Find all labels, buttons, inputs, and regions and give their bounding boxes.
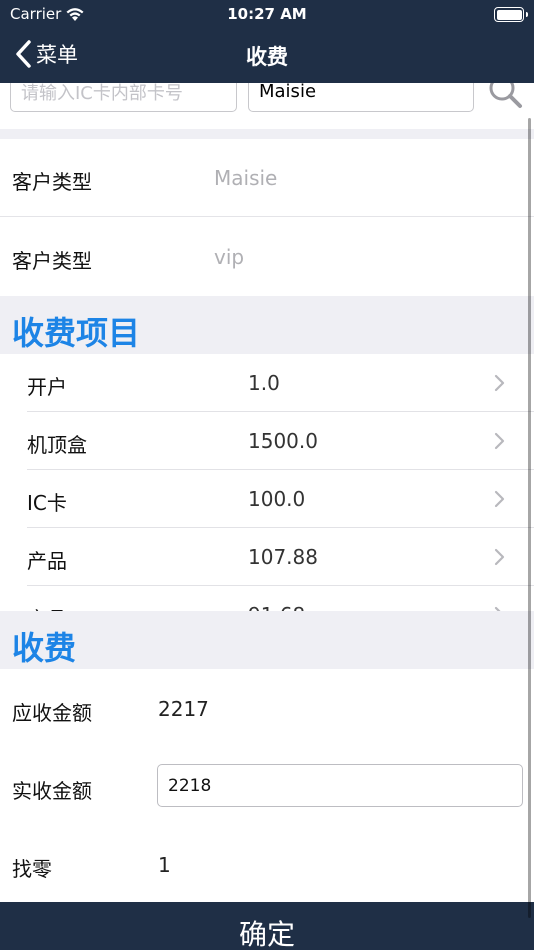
charge-item-row[interactable]: 开户 1.0: [0, 354, 534, 412]
chevron-right-icon: [494, 490, 505, 508]
item-name: 开户: [27, 375, 67, 399]
item-amount: 107.88: [248, 545, 318, 569]
change-label: 找零: [12, 857, 52, 881]
item-name: 产品: [27, 549, 67, 573]
customer-type-value: Maisie: [214, 166, 278, 190]
amount-due-row: 应收金额 2217: [0, 669, 534, 747]
battery-icon: [494, 7, 528, 22]
item-name: IC卡: [27, 491, 67, 515]
clock: 10:27 AM: [227, 5, 307, 23]
customer-type-label: 客户类型: [12, 249, 92, 273]
charge-item-row[interactable]: 产品 91.68: [0, 586, 534, 611]
customer-row: 客户类型 Maisie: [0, 139, 534, 217]
charge-item-row[interactable]: 机顶盒 1500.0: [0, 412, 534, 470]
payment-title: 收费: [12, 629, 77, 667]
customer-type-label: 客户类型: [12, 170, 92, 194]
item-amount: 1500.0: [248, 429, 318, 453]
charge-item-row[interactable]: 产品 107.88: [0, 528, 534, 586]
amount-paid-input[interactable]: 2218: [157, 764, 523, 807]
payment-header: 收费: [0, 611, 534, 669]
chevron-right-icon: [494, 374, 505, 392]
item-amount: 91.68: [248, 603, 305, 611]
change-value: 1: [158, 853, 171, 877]
item-amount: 1.0: [248, 371, 280, 395]
amount-due-value: 2217: [158, 697, 209, 721]
item-amount: 100.0: [248, 487, 306, 511]
customer-type-value: vip: [214, 245, 245, 269]
page-title: 收费: [246, 45, 288, 69]
chevron-right-icon: [494, 432, 505, 450]
section-gap: [0, 129, 534, 139]
amount-paid-row: 实收金额 2218: [0, 747, 534, 825]
amount-paid-label: 实收金额: [12, 779, 92, 803]
item-name: 产品: [27, 603, 67, 611]
status-bar: Carrier 10:27 AM: [0, 4, 534, 24]
charge-items-title: 收费项目: [12, 314, 141, 352]
navigation-bar: Carrier 10:27 AM 菜单 收费: [0, 0, 534, 83]
chevron-right-icon: [494, 548, 505, 566]
change-row: 找零 1: [0, 825, 534, 903]
scrollbar[interactable]: [528, 118, 531, 918]
search-row: 请输入IC卡内部卡号 Maisie: [0, 71, 534, 129]
item-name: 机顶盒: [27, 433, 87, 457]
amount-due-label: 应收金额: [12, 701, 92, 725]
charge-item-row[interactable]: IC卡 100.0: [0, 470, 534, 528]
charge-items-header: 收费项目: [0, 296, 534, 354]
customer-row: 客户类型 vip: [0, 218, 534, 296]
confirm-label: 确定: [238, 918, 295, 950]
confirm-button[interactable]: 确定: [0, 902, 534, 950]
charge-items-list[interactable]: 开户 1.0 机顶盒 1500.0 IC卡 100.0 产品 107.88 产品…: [0, 354, 534, 611]
